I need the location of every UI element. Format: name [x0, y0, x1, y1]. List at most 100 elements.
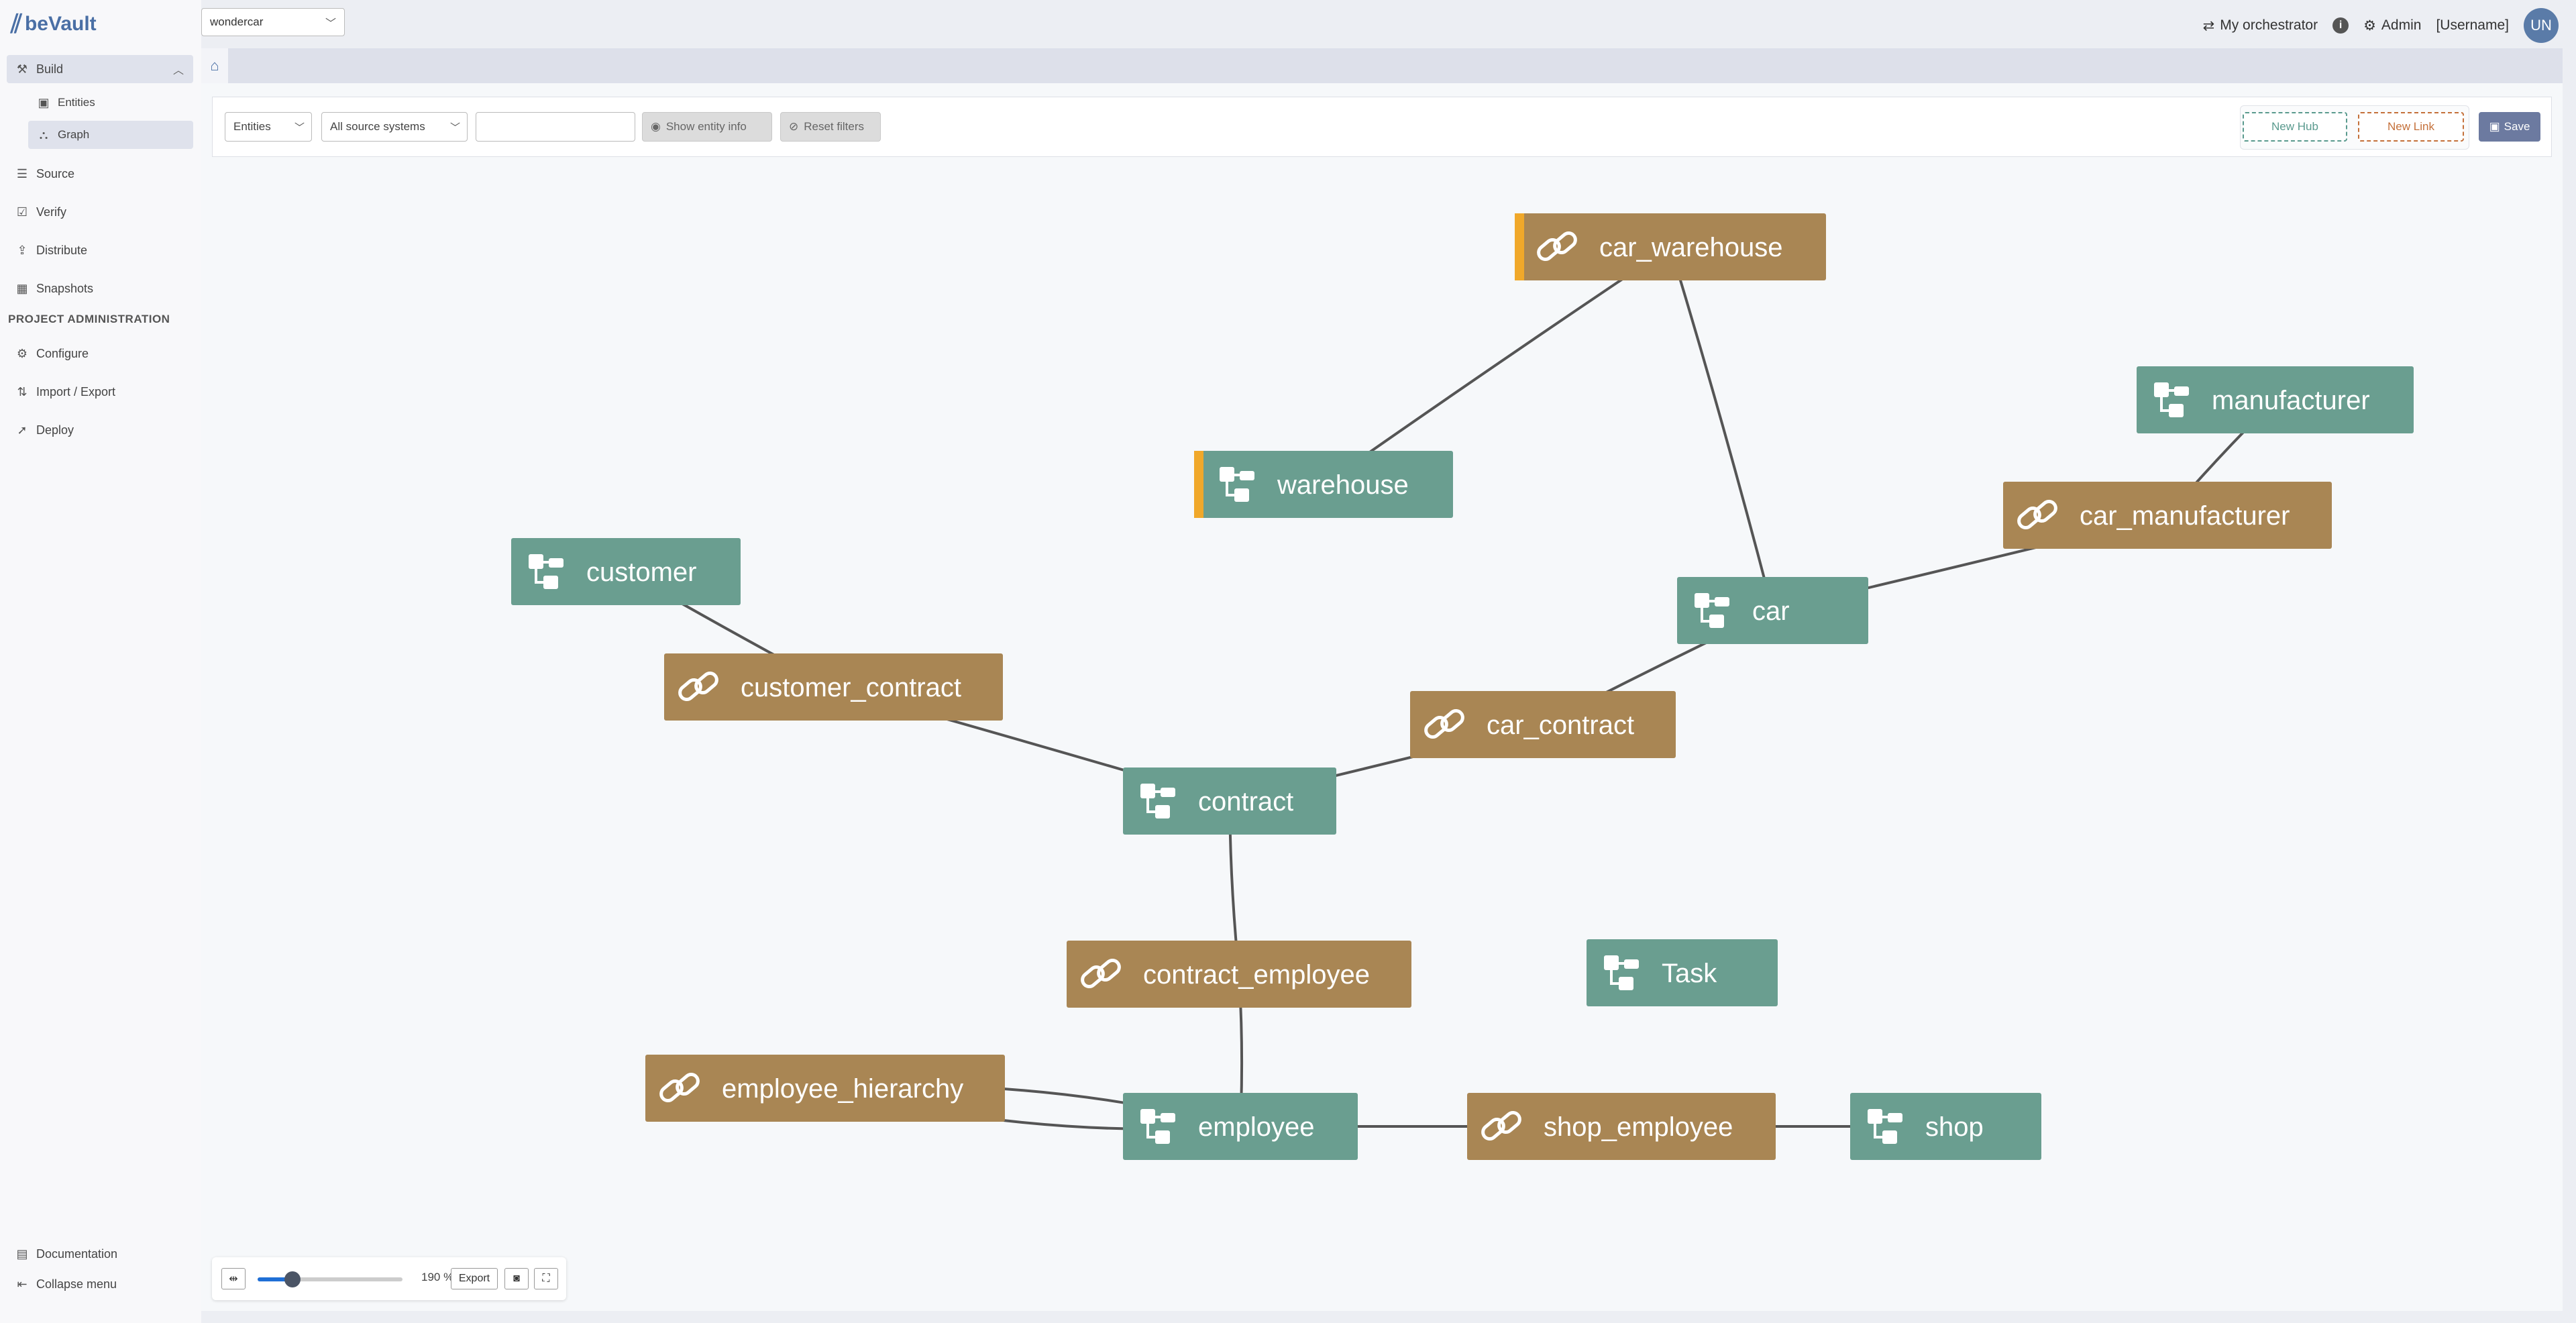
- graph-node-customer[interactable]: customer: [511, 538, 741, 605]
- new-hub-button[interactable]: New Hub: [2243, 112, 2347, 142]
- graph-node-label: customer: [586, 558, 697, 587]
- fullscreen-icon: ⛶: [542, 1273, 550, 1284]
- orchestrator-label: My orchestrator: [2220, 17, 2318, 33]
- avatar-initials: UN: [2530, 17, 2552, 34]
- graph-node-shop[interactable]: shop: [1850, 1093, 2041, 1160]
- show-entity-info-label: Show entity info: [665, 120, 747, 133]
- sidebar-item-label: Distribute: [36, 243, 88, 257]
- sidebar-item-source[interactable]: ☰ Source: [7, 160, 193, 188]
- collapse-menu-button[interactable]: ⇤ Collapse menu: [7, 1270, 193, 1298]
- screenshot-button[interactable]: ◙: [504, 1268, 529, 1289]
- graph-node-customer-contract[interactable]: customer_contract: [664, 653, 1003, 721]
- sidebar-item-deploy[interactable]: ➚ Deploy: [7, 416, 193, 444]
- highlight-marker: [1515, 213, 1524, 280]
- graph-node-shop-employee[interactable]: shop_employee: [1467, 1093, 1776, 1160]
- top-right-toolbar: ⇄ My orchestrator i ⚙ Admin [Username] U…: [2203, 8, 2559, 43]
- reset-filters-label: Reset filters: [804, 120, 864, 133]
- source-select-value: All source systems: [330, 120, 425, 133]
- graph-node-car[interactable]: car: [1677, 577, 1868, 644]
- eye-icon: ◉: [651, 120, 661, 133]
- sidebar-item-label: Graph: [58, 128, 90, 141]
- save-button[interactable]: ▣ Save: [2479, 112, 2540, 142]
- graph-node-employee[interactable]: employee: [1123, 1093, 1358, 1160]
- reset-filters-button[interactable]: ⊘ Reset filters: [780, 112, 881, 142]
- graph-node-contract[interactable]: contract: [1123, 768, 1336, 835]
- zoom-slider[interactable]: [258, 1271, 402, 1287]
- graph-node-warehouse[interactable]: warehouse: [1194, 451, 1453, 518]
- graph-node-label: shop: [1925, 1112, 1984, 1142]
- sidebar-item-label: Verify: [36, 205, 67, 219]
- logo-icon: ⫽: [11, 9, 22, 38]
- zoom-controls: ⇹ 190 % Export ◙ ⛶: [212, 1257, 566, 1300]
- sidebar-item-import-export[interactable]: ⇅ Import / Export: [7, 378, 193, 406]
- graph-node-label: contract: [1198, 787, 1293, 816]
- sidebar-item-snapshots[interactable]: ▦ Snapshots: [7, 274, 193, 303]
- sidebar-item-label: Source: [36, 166, 75, 180]
- show-entity-info-button[interactable]: ◉ Show entity info: [642, 112, 772, 142]
- sidebar-item-label: Collapse menu: [36, 1277, 117, 1291]
- graph-node-label: employee: [1198, 1112, 1314, 1142]
- tab-home[interactable]: ⌂: [201, 48, 228, 83]
- graph-node-car-warehouse[interactable]: car_warehouse: [1515, 213, 1826, 280]
- project-select-value: wondercar: [210, 15, 264, 28]
- graph-node-label: car: [1752, 596, 1790, 626]
- graph-icon: ⛬: [39, 127, 48, 142]
- fullscreen-button[interactable]: ⛶: [534, 1268, 558, 1289]
- sidebar-item-label: Entities: [58, 96, 95, 109]
- graph-node-car-manufacturer[interactable]: car_manufacturer: [2003, 482, 2332, 549]
- graph-node-contract-employee[interactable]: contract_employee: [1067, 941, 1411, 1008]
- documentation-link[interactable]: ▤ Documentation: [7, 1240, 193, 1268]
- entities-select[interactable]: Entities ﹀: [225, 112, 312, 142]
- logo-text: beVault: [24, 13, 97, 35]
- graph-node-task[interactable]: Task: [1587, 939, 1778, 1006]
- fit-width-button[interactable]: ⇹: [221, 1268, 246, 1289]
- sidebar-item-build[interactable]: ⚒ Build ︿: [7, 55, 193, 83]
- search-input[interactable]: [476, 112, 635, 142]
- new-link-button[interactable]: New Link: [2358, 112, 2464, 142]
- project-select[interactable]: wondercar ﹀: [201, 8, 345, 36]
- sidebar-item-distribute[interactable]: ⇪ Distribute: [7, 236, 193, 264]
- graph-node-label: manufacturer: [2212, 386, 2370, 415]
- avatar[interactable]: UN: [2524, 8, 2559, 43]
- fit-width-icon: ⇹: [229, 1273, 238, 1285]
- entities-select-value: Entities: [233, 120, 271, 133]
- sidebar-item-graph[interactable]: ⛬ Graph: [28, 121, 193, 149]
- book-icon: ▤: [16, 1247, 28, 1261]
- new-hub-label: New Hub: [2271, 120, 2318, 133]
- sidebar-item-configure[interactable]: ⚙ Configure: [7, 339, 193, 368]
- graph-node-label: car_manufacturer: [2080, 501, 2290, 531]
- export-button[interactable]: Export: [451, 1268, 498, 1289]
- camera-icon: ◙: [513, 1273, 520, 1284]
- admin-button[interactable]: ⚙ Admin: [2363, 17, 2421, 34]
- sidebar-item-label: Import / Export: [36, 384, 116, 399]
- rocket-icon: ➚: [17, 423, 28, 437]
- filter-clear-icon: ⊘: [789, 120, 799, 133]
- import-export-icon: ⇅: [17, 384, 28, 399]
- graph-node-employee-hierarchy[interactable]: employee_hierarchy: [645, 1055, 1005, 1122]
- calendar-icon: ▦: [16, 281, 28, 295]
- graph-node-label: employee_hierarchy: [722, 1074, 963, 1104]
- graph-node-manufacturer[interactable]: manufacturer: [2137, 366, 2414, 433]
- chevron-down-icon: ﹀: [449, 121, 460, 134]
- info-icon: i: [2332, 17, 2349, 34]
- graph-node-label: car_contract: [1487, 710, 1634, 740]
- sidebar-item-verify[interactable]: ☑ Verify: [7, 198, 193, 226]
- source-system-select[interactable]: All source systems ﹀: [321, 112, 468, 142]
- tab-strip: ⌂: [201, 48, 2563, 83]
- sidebar-item-label: Deploy: [36, 423, 74, 437]
- zoom-slider-handle[interactable]: [284, 1271, 301, 1287]
- chevron-down-icon: ﹀: [325, 18, 336, 30]
- graph-node-car-contract[interactable]: car_contract: [1410, 691, 1676, 758]
- logo[interactable]: ⫽ beVault: [11, 9, 97, 39]
- new-link-label: New Link: [2387, 120, 2434, 133]
- export-label: Export: [458, 1273, 490, 1284]
- orchestrator-button[interactable]: ⇄ My orchestrator: [2203, 17, 2318, 34]
- gear-icon: ⚙: [2363, 17, 2376, 34]
- share-icon: ⇪: [17, 243, 28, 257]
- highlight-marker: [1194, 451, 1203, 518]
- graph-node-label: contract_employee: [1143, 960, 1370, 990]
- sidebar-item-entities[interactable]: ▣ Entities: [28, 89, 193, 117]
- save-label: Save: [2504, 120, 2530, 133]
- chevron-up-icon[interactable]: ︿: [173, 61, 184, 77]
- info-button[interactable]: i: [2332, 17, 2349, 34]
